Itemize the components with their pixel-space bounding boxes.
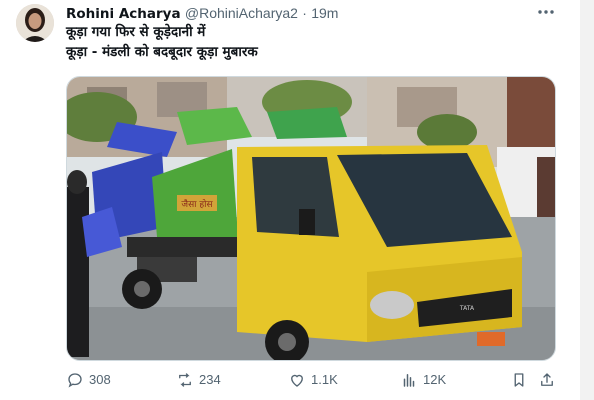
views-button[interactable]: 12K	[400, 368, 446, 392]
reply-count: 308	[89, 372, 111, 387]
like-count: 1.1K	[311, 372, 338, 387]
share-icon	[541, 373, 553, 386]
scrollbar[interactable]	[580, 0, 594, 400]
views-count: 12K	[423, 372, 447, 387]
separator-dot: ·	[302, 5, 307, 21]
views-icon	[403, 374, 415, 387]
author-name[interactable]: Rohini Acharya	[66, 6, 181, 22]
tweet[interactable]: Rohini Acharya @RohiniAcharya2 · 19m कूड…	[0, 0, 594, 400]
tweet-actions: 308 234 1.1K 12K	[66, 368, 558, 392]
post-time[interactable]: 19m	[311, 5, 338, 21]
more-icon[interactable]	[536, 2, 556, 22]
avatar[interactable]	[16, 4, 54, 42]
truck-brand: TATA	[459, 305, 475, 312]
truck-side-text: जैसा होस	[181, 198, 213, 210]
repost-count: 234	[199, 372, 221, 387]
tweet-text: कूड़ा गया फिर से कूड़ेदानी में कूड़ा - म…	[66, 22, 574, 62]
tweet-image[interactable]: जैसा होस TATA	[66, 76, 556, 361]
tweet-text-line: कूड़ा गया फिर से कूड़ेदानी में	[66, 24, 206, 40]
reply-icon	[68, 373, 82, 388]
repost-button[interactable]: 234	[176, 368, 221, 392]
author-handle[interactable]: @RohiniAcharya2	[185, 5, 298, 21]
share-button[interactable]	[538, 368, 561, 392]
bookmark-icon	[514, 373, 524, 387]
reply-button[interactable]: 308	[66, 368, 111, 392]
like-button[interactable]: 1.1K	[288, 368, 338, 392]
repost-icon	[179, 373, 191, 387]
like-icon	[291, 374, 303, 387]
tweet-header: Rohini Acharya @RohiniAcharya2 · 19m	[66, 4, 554, 22]
tweet-text-line: कूड़ा - मंडली को बदबूदार कूड़ा मुबारक	[66, 44, 258, 60]
bookmark-button[interactable]	[510, 368, 533, 392]
